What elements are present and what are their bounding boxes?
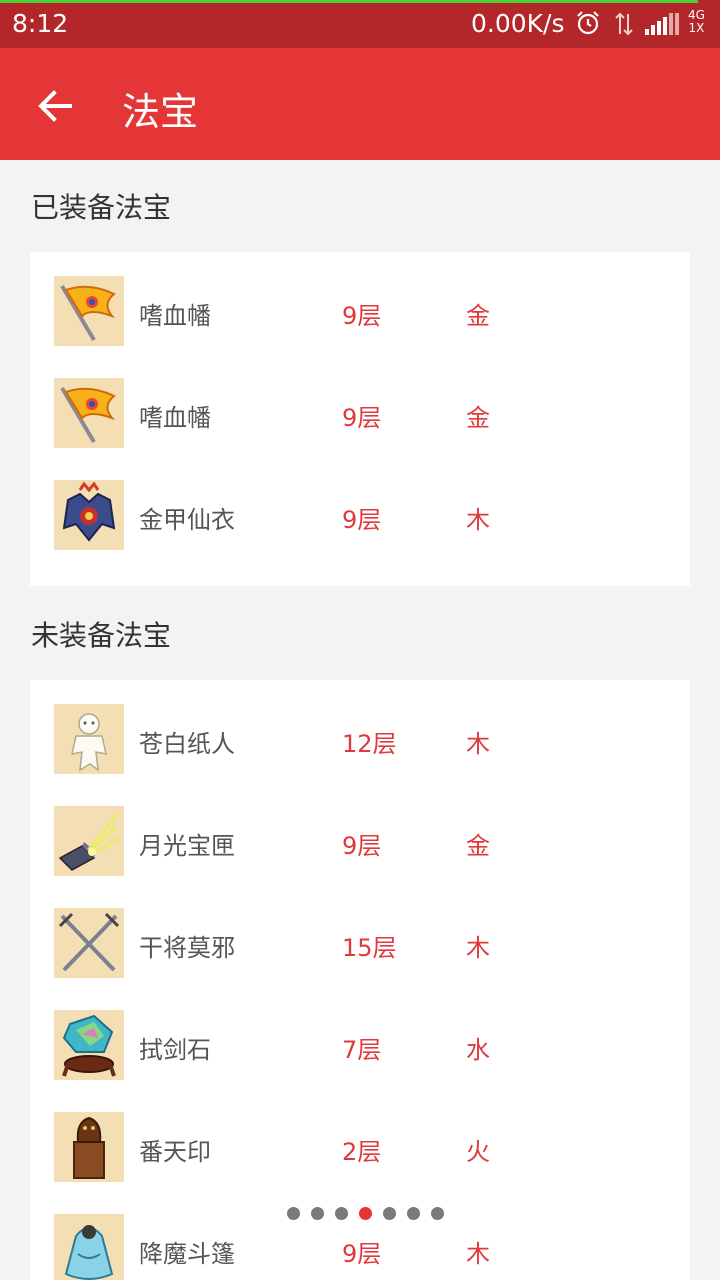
- data-transfer-icon: [613, 12, 635, 40]
- list-item[interactable]: 金甲仙衣 9层 木: [54, 480, 674, 550]
- list-item[interactable]: 降魔斗篷 9层 木: [54, 1214, 674, 1280]
- item-element: 水: [466, 1036, 490, 1064]
- network-type-top: 4G: [688, 8, 705, 22]
- item-level: 9层: [342, 302, 382, 330]
- paper-doll-icon: [54, 704, 124, 774]
- signal-icon: [645, 13, 685, 39]
- list-item[interactable]: 番天印 2层 火: [54, 1112, 674, 1182]
- item-level: 2层: [342, 1138, 382, 1166]
- list-item[interactable]: 嗜血幡 9层 金: [54, 276, 674, 346]
- banner-icon: [54, 378, 124, 448]
- unequipped-section-title: 未装备法宝: [31, 619, 172, 652]
- page-dot[interactable]: [311, 1207, 324, 1220]
- gem-stone-icon: [54, 1010, 124, 1080]
- item-element: 金: [466, 302, 490, 330]
- treasure-box-icon: [54, 806, 124, 876]
- unequipped-list: 苍白纸人 12层 木 月光宝匣 9层 金 干将莫邪 15层 木 拭剑石 7层 水…: [30, 680, 690, 1280]
- item-level: 12层: [342, 730, 397, 758]
- cloak-icon: [54, 1214, 124, 1280]
- item-name: 嗜血幡: [139, 404, 211, 432]
- progress-line: [0, 0, 698, 3]
- page-dot[interactable]: [431, 1207, 444, 1220]
- item-level: 9层: [342, 404, 382, 432]
- seal-icon: [54, 1112, 124, 1182]
- app-bar: 法宝: [0, 48, 720, 160]
- item-name: 降魔斗篷: [139, 1240, 235, 1268]
- item-name: 苍白纸人: [139, 730, 235, 758]
- item-element: 火: [466, 1138, 490, 1166]
- network-type-bottom: 1X: [688, 21, 705, 35]
- list-item[interactable]: 嗜血幡 9层 金: [54, 378, 674, 448]
- alarm-icon: [575, 10, 601, 40]
- item-level: 9层: [342, 506, 382, 534]
- network-speed: 0.00K/s: [471, 9, 565, 38]
- item-level: 9层: [342, 1240, 382, 1268]
- list-item[interactable]: 苍白纸人 12层 木: [54, 704, 674, 774]
- item-name: 拭剑石: [139, 1036, 211, 1064]
- page-dot[interactable]: [383, 1207, 396, 1220]
- network-type: 4G 1X: [688, 9, 705, 35]
- crossed-swords-icon: [54, 908, 124, 978]
- item-element: 金: [466, 832, 490, 860]
- item-element: 木: [466, 730, 490, 758]
- status-time: 8:12: [12, 9, 69, 38]
- equipped-list: 嗜血幡 9层 金 嗜血幡 9层 金 金甲仙衣 9层 木: [30, 252, 690, 586]
- item-element: 木: [466, 934, 490, 962]
- page-dot[interactable]: [287, 1207, 300, 1220]
- item-name: 金甲仙衣: [139, 506, 235, 534]
- item-name: 干将莫邪: [139, 934, 235, 962]
- equipped-section-title: 已装备法宝: [31, 191, 172, 224]
- item-level: 15层: [342, 934, 397, 962]
- item-level: 9层: [342, 832, 382, 860]
- item-element: 金: [466, 404, 490, 432]
- item-element: 木: [466, 506, 490, 534]
- item-name: 番天印: [139, 1138, 211, 1166]
- back-arrow-icon[interactable]: [36, 86, 76, 126]
- page-title: 法宝: [122, 90, 199, 134]
- page-dot[interactable]: [335, 1207, 348, 1220]
- item-name: 月光宝匣: [139, 832, 235, 860]
- item-level: 7层: [342, 1036, 382, 1064]
- list-item[interactable]: 干将莫邪 15层 木: [54, 908, 674, 978]
- page-dot[interactable]: [407, 1207, 420, 1220]
- item-name: 嗜血幡: [139, 302, 211, 330]
- banner-icon: [54, 276, 124, 346]
- armor-icon: [54, 480, 124, 550]
- list-item[interactable]: 月光宝匣 9层 金: [54, 806, 674, 876]
- status-bar: 8:12 0.00K/s 4G 1X: [0, 0, 720, 48]
- page-dot-active[interactable]: [359, 1207, 372, 1220]
- item-element: 木: [466, 1240, 490, 1268]
- list-item[interactable]: 拭剑石 7层 水: [54, 1010, 674, 1080]
